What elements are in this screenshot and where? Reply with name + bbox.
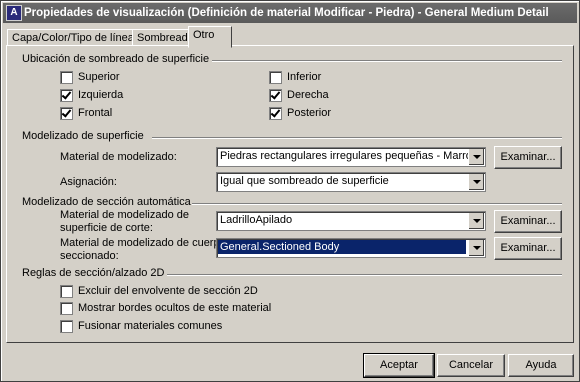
section-divider [192, 203, 562, 205]
section-divider [152, 137, 562, 139]
section-divider [212, 60, 562, 62]
button-label: Examinar... [500, 215, 556, 227]
button-label: Examinar... [500, 151, 556, 163]
help-button[interactable]: Ayuda [508, 354, 574, 377]
section-divider [167, 274, 562, 276]
checkbox-show-hidden-edges[interactable] [60, 302, 73, 315]
checkbox-label: Excluir del envolvente de sección 2D [78, 285, 258, 297]
browse-cut-surface-button[interactable]: Examinar... [494, 210, 562, 233]
checkbox-label: Fusionar materiales comunes [78, 320, 223, 332]
chevron-down-icon[interactable] [468, 149, 484, 165]
material-value: Piedras rectangulares irregulares pequeñ… [220, 150, 479, 162]
cut-surface-value: LadrilloApilado [220, 214, 293, 226]
sectioned-body-label-line1: Material de modelizado de cuerpo [60, 237, 226, 249]
checkbox-label: Frontal [78, 107, 113, 119]
checkbox-label: Derecha [287, 89, 329, 101]
browse-sectioned-body-button[interactable]: Examinar... [494, 237, 562, 260]
button-label: Examinar... [500, 242, 556, 254]
browse-material-button[interactable]: Examinar... [494, 146, 562, 169]
tab-label: Otro [193, 29, 215, 41]
section-title-surface-hatch: Ubicación de sombreado de superficie [22, 53, 210, 65]
tab-other[interactable]: Otro [188, 26, 232, 48]
tab-panel-other: Ubicación de sombreado de superficie Sup… [6, 45, 574, 343]
checkbox-label: Superior [78, 71, 120, 83]
section-title-section-modeling: Modelizado de sección automática [22, 196, 191, 208]
cut-surface-label-line1: Material de modelizado de [60, 209, 190, 221]
button-label: Ayuda [525, 359, 557, 371]
sectioned-body-dropdown[interactable]: General.Sectioned Body [216, 238, 486, 258]
checkbox-label: Inferior [287, 71, 322, 83]
checkbox-bottom[interactable] [269, 71, 282, 84]
checkbox-merge-materials[interactable] [60, 320, 73, 333]
checkbox-right[interactable] [269, 89, 282, 102]
button-label: Aceptar [380, 359, 418, 371]
checkbox-label: Izquierda [78, 89, 124, 101]
assignment-label: Asignación: [60, 176, 117, 188]
chevron-down-icon[interactable] [468, 240, 484, 256]
ok-button[interactable]: Aceptar [363, 353, 435, 378]
assignment-value: Igual que sombreado de superficie [220, 175, 389, 187]
checkbox-top[interactable] [60, 71, 73, 84]
cancel-button[interactable]: Cancelar [437, 354, 505, 377]
checkbox-exclude-2d-section[interactable] [60, 285, 73, 298]
chevron-down-icon[interactable] [468, 174, 484, 190]
assignment-dropdown[interactable]: Igual que sombreado de superficie [216, 172, 486, 192]
tab-label: Capa/Color/Tipo de línea [12, 32, 134, 44]
title-bar[interactable]: A Propiedades de visualización (Definici… [3, 3, 577, 23]
window-title: Propiedades de visualización (Definición… [24, 7, 549, 19]
checkbox-left[interactable] [60, 89, 73, 102]
sectioned-body-value: General.Sectioned Body [218, 240, 466, 254]
checkbox-front[interactable] [60, 107, 73, 120]
section-title-surface-modeling: Modelizado de superficie [22, 130, 144, 142]
checkbox-label: Mostrar bordes ocultos de este material [78, 302, 272, 314]
sectioned-body-label-line2: seccionado: [60, 250, 119, 262]
chevron-down-icon[interactable] [468, 213, 484, 229]
cut-surface-dropdown[interactable]: LadrilloApilado [216, 211, 486, 231]
button-label: Cancelar [448, 359, 494, 371]
dialog-window: A Propiedades de visualización (Definici… [0, 0, 580, 382]
material-label: Material de modelizado: [60, 151, 177, 163]
section-title-section-rules: Reglas de sección/alzado 2D [22, 267, 165, 279]
checkbox-label: Posterior [287, 107, 332, 119]
checkbox-back[interactable] [269, 107, 282, 120]
tab-label: Sombreado [137, 32, 194, 44]
material-dropdown[interactable]: Piedras rectangulares irregulares pequeñ… [216, 147, 486, 167]
app-icon: A [6, 5, 22, 21]
cut-surface-label-line2: superficie de corte: [60, 222, 153, 234]
